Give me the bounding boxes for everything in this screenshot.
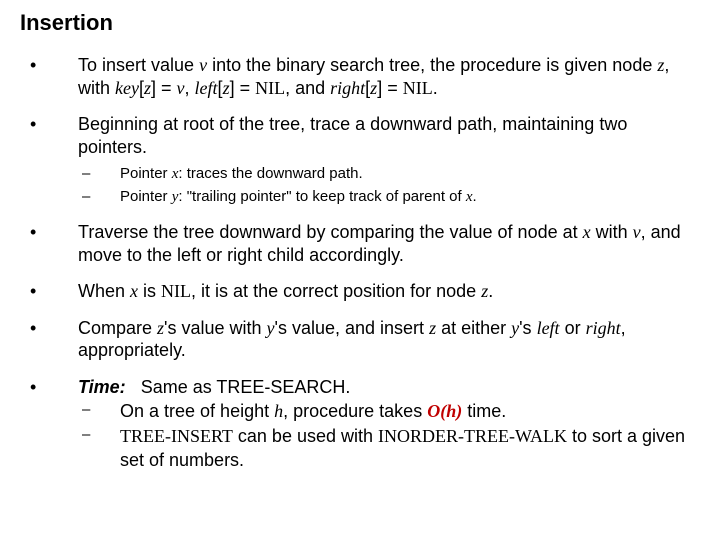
bullet-when-nil: • When x is NIL, it is at the correct po… bbox=[20, 280, 700, 303]
dash-marker: – bbox=[78, 187, 120, 208]
dash-marker: – bbox=[78, 164, 120, 185]
right: right bbox=[330, 78, 365, 98]
sub-text: Pointer y: "trailing pointer" to keep tr… bbox=[120, 187, 700, 208]
dash-marker: – bbox=[78, 425, 120, 472]
text: into the binary search tree, the procedu… bbox=[207, 55, 657, 75]
bullet-time: • Time: Same as TREE-SEARCH. bbox=[20, 376, 700, 399]
big-o: O(h) bbox=[427, 401, 462, 421]
text: Pointer bbox=[120, 188, 172, 205]
key: key bbox=[115, 78, 139, 98]
sub-time-inorder: – TREE-INSERT can be used with INORDER-T… bbox=[78, 425, 700, 472]
text: Pointer bbox=[120, 165, 172, 182]
bullet-text: When x is NIL, it is at the correct posi… bbox=[78, 280, 700, 303]
left: left bbox=[195, 78, 218, 98]
text: can be used with bbox=[233, 426, 378, 446]
var-z: z bbox=[223, 78, 230, 98]
time-label: Time: bbox=[78, 377, 126, 397]
text: at either bbox=[436, 318, 511, 338]
bullet-traverse: • Traverse the tree downward by comparin… bbox=[20, 221, 700, 266]
left: left bbox=[537, 318, 560, 338]
bullet-insert-value: • To insert value v into the binary sear… bbox=[20, 54, 700, 99]
text: When bbox=[78, 281, 130, 301]
text: . bbox=[473, 188, 477, 205]
text: : "trailing pointer" to keep track of pa… bbox=[178, 188, 465, 205]
text: Traverse the tree downward by comparing … bbox=[78, 222, 583, 242]
sub-pointer-y: – Pointer y: "trailing pointer" to keep … bbox=[78, 187, 700, 208]
text: : traces the downward path. bbox=[178, 165, 362, 182]
var-v: v bbox=[177, 78, 185, 98]
right: right bbox=[586, 318, 621, 338]
var-v: v bbox=[199, 55, 207, 75]
text: 's value, and insert bbox=[275, 318, 430, 338]
bullet-text: Compare z's value with y's value, and in… bbox=[78, 317, 700, 362]
bullet-compare: • Compare z's value with y's value, and … bbox=[20, 317, 700, 362]
bullet-begin-root: • Beginning at root of the tree, trace a… bbox=[20, 113, 700, 158]
text: Compare bbox=[78, 318, 157, 338]
var-x: x bbox=[466, 189, 473, 205]
nil: NIL bbox=[161, 281, 191, 301]
var-y: y bbox=[511, 318, 519, 338]
var-z: z bbox=[144, 78, 151, 98]
bullet-marker: • bbox=[20, 221, 78, 266]
text: with bbox=[591, 222, 633, 242]
sub-time: – On a tree of height h, procedure takes… bbox=[78, 400, 700, 472]
bullet-marker: • bbox=[20, 280, 78, 303]
text: ] = bbox=[377, 78, 403, 98]
text: , bbox=[185, 78, 195, 98]
nil: NIL bbox=[255, 78, 285, 98]
bullet-text: Time: Same as TREE-SEARCH. bbox=[78, 376, 700, 399]
bullet-text: Beginning at root of the tree, trace a d… bbox=[78, 113, 700, 158]
text: , and bbox=[285, 78, 330, 98]
text: To insert value bbox=[78, 55, 199, 75]
text: or bbox=[560, 318, 586, 338]
text: time. bbox=[462, 401, 506, 421]
bullet-marker: • bbox=[20, 113, 78, 158]
text: , procedure takes bbox=[283, 401, 427, 421]
var-x: x bbox=[130, 281, 138, 301]
sub-text: Pointer x: traces the downward path. bbox=[120, 164, 700, 185]
sub-time-height: – On a tree of height h, procedure takes… bbox=[78, 400, 700, 423]
bullet-marker: • bbox=[20, 54, 78, 99]
text: Same as TREE-SEARCH. bbox=[126, 377, 351, 397]
text: , it is at the correct position for node bbox=[191, 281, 481, 301]
var-h: h bbox=[274, 401, 283, 421]
bullet-marker: • bbox=[20, 317, 78, 362]
text: ] = bbox=[151, 78, 177, 98]
var-y: y bbox=[267, 318, 275, 338]
nil: NIL bbox=[403, 78, 433, 98]
text: . bbox=[488, 281, 493, 301]
text: On a tree of height bbox=[120, 401, 274, 421]
text: . bbox=[433, 78, 438, 98]
sub-text: On a tree of height h, procedure takes O… bbox=[120, 400, 700, 423]
sub-text: TREE-INSERT can be used with INORDER-TRE… bbox=[120, 425, 700, 472]
text: 's bbox=[519, 318, 536, 338]
text: 's value with bbox=[164, 318, 266, 338]
text: is bbox=[138, 281, 161, 301]
inorder-walk: INORDER-TREE-WALK bbox=[378, 426, 567, 446]
dash-marker: – bbox=[78, 400, 120, 423]
sub-pointers: – Pointer x: traces the downward path. –… bbox=[78, 164, 700, 207]
slide-title: Insertion bbox=[20, 10, 700, 36]
slide: Insertion • To insert value v into the b… bbox=[0, 0, 720, 496]
text: ] = bbox=[230, 78, 256, 98]
var-z: z bbox=[157, 318, 164, 338]
var-v: v bbox=[633, 222, 641, 242]
bullet-text: To insert value v into the binary search… bbox=[78, 54, 700, 99]
sub-pointer-x: – Pointer x: traces the downward path. bbox=[78, 164, 700, 185]
var-x: x bbox=[583, 222, 591, 242]
bullet-marker: • bbox=[20, 376, 78, 399]
bullet-text: Traverse the tree downward by comparing … bbox=[78, 221, 700, 266]
tree-insert: TREE-INSERT bbox=[120, 426, 233, 446]
